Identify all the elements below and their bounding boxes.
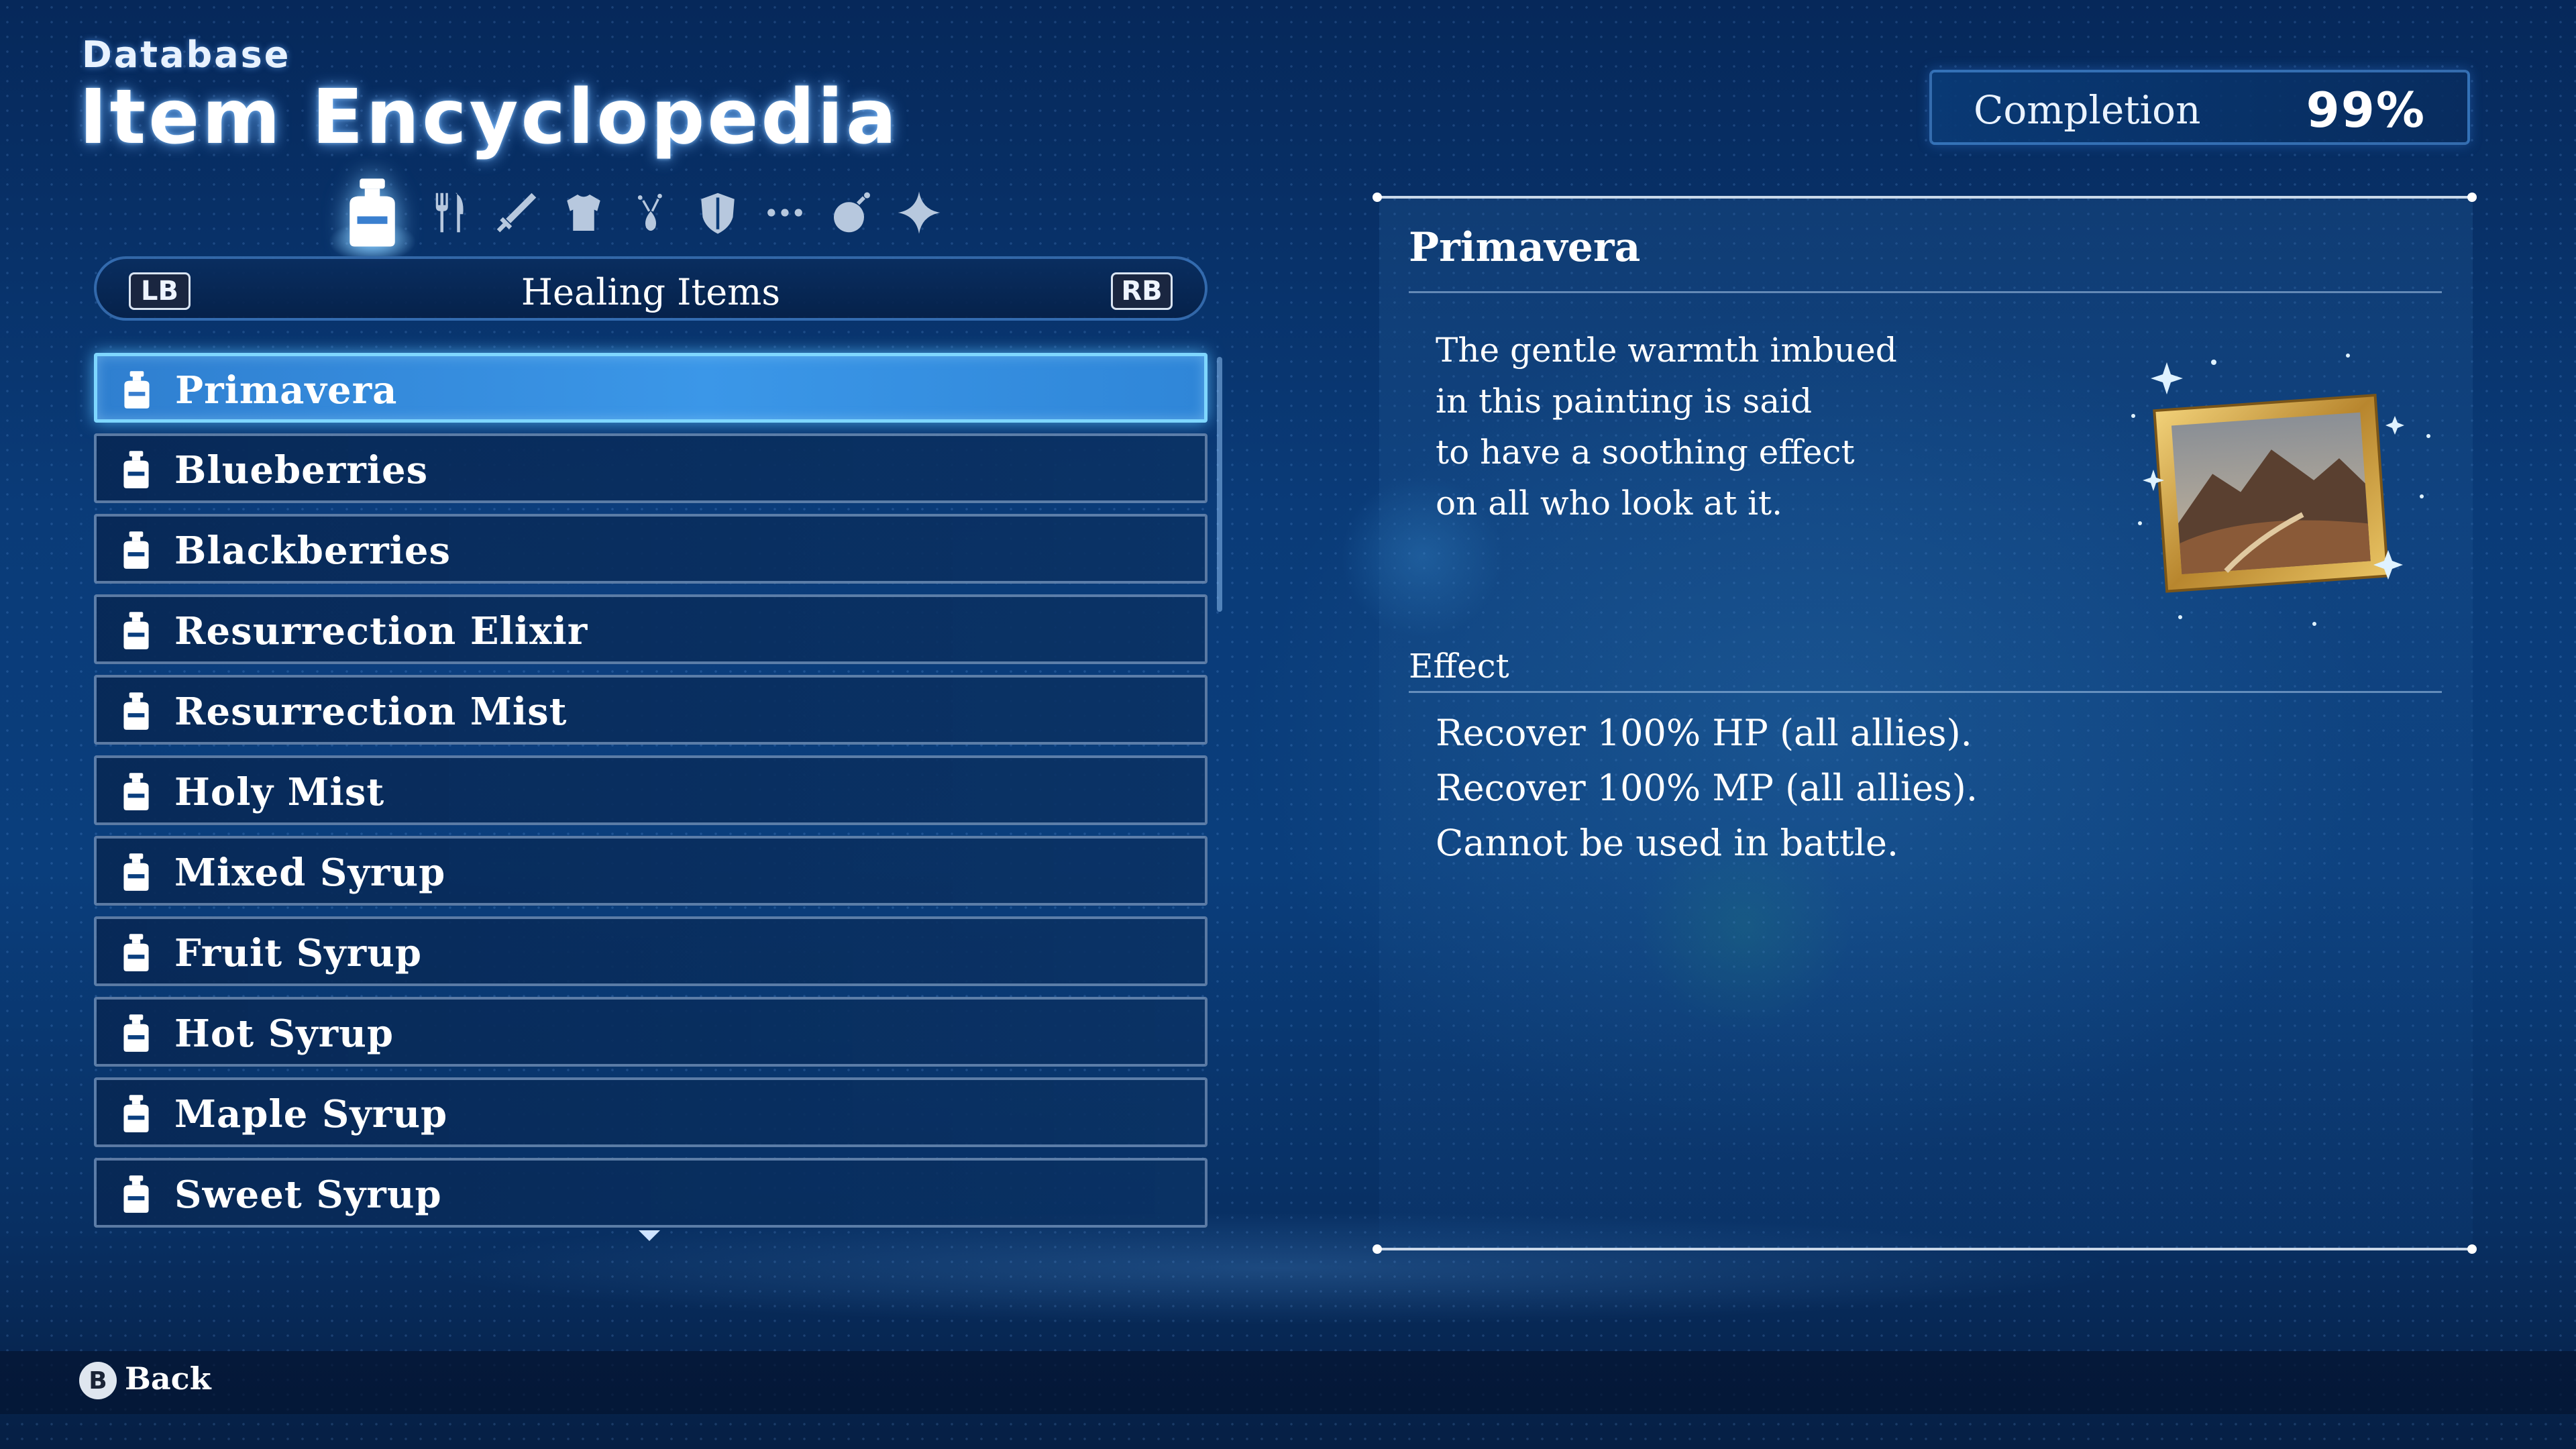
effect-heading: Effect: [1409, 647, 1509, 686]
shield-icon: [701, 193, 735, 234]
tab-more[interactable]: [755, 182, 815, 243]
potion-icon: [114, 608, 158, 652]
detail-item-name: Primavera: [1409, 224, 1641, 271]
tab-armor[interactable]: [553, 182, 614, 243]
gem-icon: [637, 193, 662, 231]
tab-healing-items[interactable]: [329, 168, 416, 255]
bomb-icon: [834, 192, 870, 233]
potion-icon: [115, 367, 159, 411]
item-label: Resurrection Elixir: [174, 609, 588, 653]
list-item[interactable]: Resurrection Elixir: [94, 594, 1208, 664]
item-label: Mixed Syrup: [174, 851, 446, 895]
list-item[interactable]: Sweet Syrup: [94, 1158, 1208, 1228]
fork-knife-icon: [435, 193, 464, 233]
list-item[interactable]: Primavera: [94, 353, 1208, 423]
detail-bottom-rule: [1373, 1244, 2477, 1254]
completion-label: Completion: [1974, 87, 2201, 133]
completion-box: Completion 99%: [1929, 70, 2470, 145]
description-line: to have a soothing effect: [1436, 433, 1855, 472]
armor-icon: [567, 195, 600, 231]
effect-line: Recover 100% HP (all allies).: [1436, 712, 1972, 754]
framed-painting-icon: [2113, 335, 2449, 644]
effect-list: Recover 100% HP (all allies). Recover 10…: [1436, 706, 1978, 871]
potion-icon: [114, 849, 158, 894]
list-item[interactable]: Mixed Syrup: [94, 836, 1208, 906]
ellipsis-icon: [767, 209, 802, 217]
back-button-label[interactable]: Back: [125, 1360, 211, 1397]
item-label: Blackberries: [174, 529, 451, 573]
description-line: on all who look at it.: [1436, 484, 1783, 523]
list-item[interactable]: Hot Syrup: [94, 997, 1208, 1067]
potion-icon: [114, 1010, 158, 1055]
list-item[interactable]: Blueberries: [94, 433, 1208, 503]
b-button-icon[interactable]: B: [79, 1362, 117, 1399]
description-line: in this painting is said: [1436, 382, 1813, 421]
tab-battle-items[interactable]: [822, 182, 882, 243]
effect-divider: [1409, 691, 2442, 693]
description-line: The gentle warmth imbued: [1436, 331, 1897, 370]
list-item[interactable]: Maple Syrup: [94, 1077, 1208, 1147]
item-label: Hot Syrup: [174, 1012, 394, 1056]
potion-icon: [114, 447, 158, 491]
potion-icon: [114, 527, 158, 572]
page-title: Item Encyclopedia: [79, 74, 900, 161]
section-kicker: Database: [82, 34, 291, 76]
potion-icon: [114, 930, 158, 974]
category-bar: LB Healing Items RB: [94, 256, 1208, 321]
effect-line: Cannot be used in battle.: [1436, 822, 1899, 864]
scroll-down-indicator-icon: [639, 1230, 660, 1241]
detail-top-rule: [1373, 193, 2477, 202]
item-label: Blueberries: [174, 448, 429, 492]
detail-name-divider: [1409, 291, 2442, 293]
item-label: Resurrection Mist: [174, 690, 568, 734]
potion-icon: [114, 1171, 158, 1216]
tab-accessories[interactable]: [621, 182, 681, 243]
tab-food[interactable]: [419, 182, 480, 243]
potion-icon: [350, 178, 395, 247]
tab-key-items[interactable]: [889, 182, 949, 243]
potion-icon: [114, 769, 158, 813]
list-scrollbar[interactable]: [1217, 357, 1222, 612]
tab-weapons[interactable]: [486, 182, 547, 243]
list-item[interactable]: Blackberries: [94, 514, 1208, 584]
potion-icon: [114, 688, 158, 733]
item-label: Primavera: [175, 368, 398, 413]
item-label: Maple Syrup: [174, 1092, 448, 1136]
next-category-button[interactable]: RB: [1111, 272, 1173, 310]
item-label: Fruit Syrup: [174, 931, 422, 975]
tab-shields[interactable]: [688, 182, 748, 243]
effect-line: Recover 100% MP (all allies).: [1436, 767, 1978, 809]
sword-icon: [496, 193, 537, 233]
category-title: Healing Items: [521, 271, 781, 313]
completion-value: 99%: [2306, 82, 2426, 138]
list-item[interactable]: Holy Mist: [94, 755, 1208, 825]
item-label: Holy Mist: [174, 770, 385, 814]
potion-icon: [114, 1091, 158, 1135]
item-description: The gentle warmth imbued in this paintin…: [1436, 325, 1897, 529]
footer-bar: [0, 1351, 2576, 1414]
list-item[interactable]: Fruit Syrup: [94, 916, 1208, 986]
item-label: Sweet Syrup: [174, 1173, 442, 1217]
category-tabs: [329, 168, 986, 262]
list-item[interactable]: Resurrection Mist: [94, 675, 1208, 745]
sparkle-icon: [898, 191, 941, 234]
